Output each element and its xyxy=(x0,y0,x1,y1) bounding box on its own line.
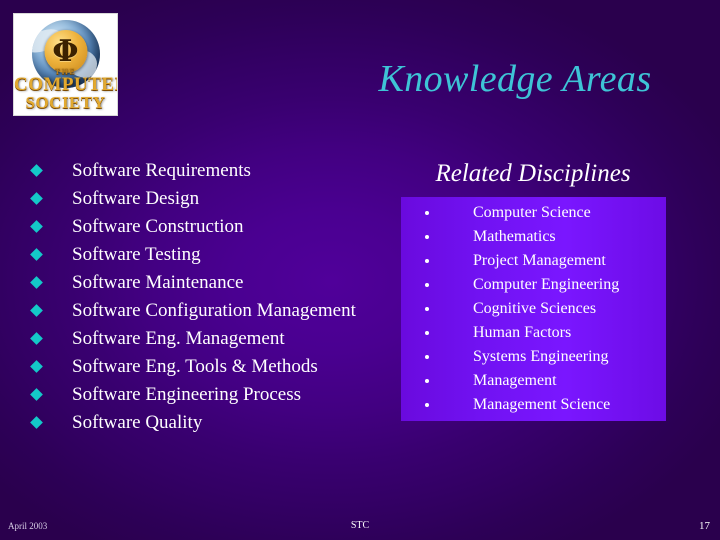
list-item-label: Computer Engineering xyxy=(473,276,620,293)
diamond-bullet-icon xyxy=(30,276,43,289)
list-item-label: Management Science xyxy=(473,396,611,413)
list-item: Management Science xyxy=(401,393,666,417)
list-item: Management xyxy=(401,369,666,393)
diamond-bullet-icon xyxy=(30,360,43,373)
list-item: Software Design xyxy=(24,185,404,213)
footer-center-label: STC xyxy=(350,520,370,531)
diamond-bullet-icon xyxy=(30,192,43,205)
list-item-label: Software Eng. Tools & Methods xyxy=(72,356,318,377)
list-item: Computer Engineering xyxy=(401,273,666,297)
list-item: Project Management xyxy=(401,249,666,273)
list-item: Software Eng. Tools & Methods xyxy=(24,353,404,381)
dot-bullet-icon xyxy=(425,307,429,311)
logo-artwork: Φ THE COMPUTER SOCIETY xyxy=(14,14,117,115)
dot-bullet-icon xyxy=(425,283,429,287)
list-item: Software Configuration Management xyxy=(24,297,404,325)
related-disciplines-heading: Related Disciplines xyxy=(435,160,631,187)
list-item: Computer Science xyxy=(401,201,666,225)
list-item: Human Factors xyxy=(401,321,666,345)
list-item-label: Mathematics xyxy=(473,228,556,245)
list-item: Software Testing xyxy=(24,241,404,269)
slide-page-number: 17 xyxy=(699,520,710,532)
list-item-label: Software Construction xyxy=(72,216,244,237)
dot-bullet-icon xyxy=(425,355,429,359)
presentation-slide: Φ THE COMPUTER SOCIETY Knowledge Areas S… xyxy=(0,0,720,540)
list-item-label: Management xyxy=(473,372,557,389)
related-disciplines-panel: Computer Science Mathematics Project Man… xyxy=(401,197,666,421)
dot-bullet-icon xyxy=(425,403,429,407)
list-item-label: Software Design xyxy=(72,188,200,209)
dot-bullet-icon xyxy=(425,211,429,215)
list-item: Cognitive Sciences xyxy=(401,297,666,321)
diamond-bullet-icon xyxy=(30,332,43,345)
dot-bullet-icon xyxy=(425,259,429,263)
dot-bullet-icon xyxy=(425,235,429,239)
diamond-bullet-icon xyxy=(30,304,43,317)
slide-title: Knowledge Areas xyxy=(378,58,652,100)
list-item-label: Software Configuration Management xyxy=(72,300,356,321)
diamond-bullet-icon xyxy=(30,164,43,177)
list-item: Systems Engineering xyxy=(401,345,666,369)
knowledge-areas-list: Software Requirements Software Design So… xyxy=(24,157,404,437)
diamond-bullet-icon xyxy=(30,248,43,261)
list-item-label: Systems Engineering xyxy=(473,348,609,365)
list-item-label: Human Factors xyxy=(473,324,572,341)
list-item: Software Engineering Process xyxy=(24,381,404,409)
ieee-computer-society-logo: Φ THE COMPUTER SOCIETY xyxy=(14,14,117,115)
dot-bullet-icon xyxy=(425,331,429,335)
list-item-label: Computer Science xyxy=(473,204,591,221)
list-item-label: Software Requirements xyxy=(72,160,251,181)
diamond-bullet-icon xyxy=(30,220,43,233)
related-disciplines-list: Computer Science Mathematics Project Man… xyxy=(401,201,666,417)
list-item: Software Maintenance xyxy=(24,269,404,297)
list-item-label: Software Testing xyxy=(72,244,201,265)
list-item: Software Requirements xyxy=(24,157,404,185)
list-item: Software Quality xyxy=(24,409,404,437)
list-item: Software Eng. Management xyxy=(24,325,404,353)
diamond-bullet-icon xyxy=(30,388,43,401)
list-item-label: Software Engineering Process xyxy=(72,384,301,405)
phi-glyph: Φ xyxy=(52,33,79,69)
list-item: Mathematics xyxy=(401,225,666,249)
list-item-label: Software Quality xyxy=(72,412,203,433)
list-item-label: Software Maintenance xyxy=(72,272,244,293)
diamond-bullet-icon xyxy=(30,416,43,429)
list-item-label: Software Eng. Management xyxy=(72,328,285,349)
logo-text-society: SOCIETY xyxy=(25,93,106,112)
dot-bullet-icon xyxy=(425,379,429,383)
list-item-label: Cognitive Sciences xyxy=(473,300,597,317)
list-item: Software Construction xyxy=(24,213,404,241)
list-item-label: Project Management xyxy=(473,252,606,269)
